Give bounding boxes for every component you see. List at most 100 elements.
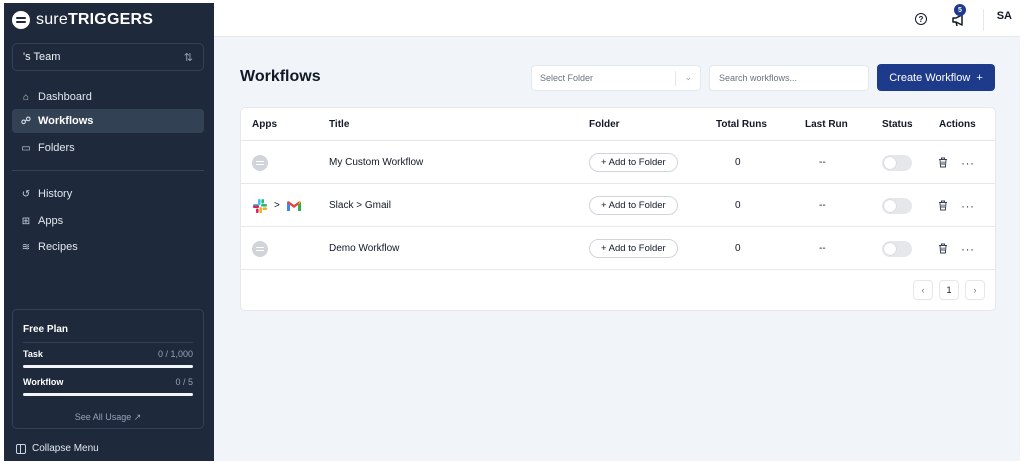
workflow-usage-row: Workflow 0 / 5 <box>23 377 193 387</box>
actions-cell: ··· <box>938 227 975 270</box>
create-workflow-label: Create Workflow <box>889 71 971 84</box>
sidebar-item-label: Dashboard <box>38 91 92 103</box>
sidebar: sureTRIGGERS 's Team ⇅ ⌂ Dashboard ☍ Wor… <box>4 3 214 461</box>
top-bar: ? 5 SA <box>214 3 1020 37</box>
total-runs: 0 <box>735 200 741 211</box>
home-icon: ⌂ <box>22 91 30 103</box>
workflow-title[interactable]: Demo Workflow <box>329 227 399 270</box>
folder-icon: ▭ <box>21 142 31 154</box>
avatar[interactable]: SA <box>997 10 1012 22</box>
last-run: -- <box>819 157 826 168</box>
workflows-table: Apps Title Folder Total Runs Last Run St… <box>240 107 996 311</box>
more-options-icon[interactable]: ··· <box>961 156 975 170</box>
chevron-down-icon: ⌄ <box>684 72 692 82</box>
workflow-title[interactable]: My Custom Workflow <box>329 141 423 184</box>
apps-grid-icon: ⊞ <box>21 215 31 227</box>
help-glyph: ? <box>918 14 924 24</box>
sidebar-item-dashboard[interactable]: ⌂ Dashboard <box>12 85 204 109</box>
history-icon: ↺ <box>21 188 31 200</box>
sidebar-item-label: Folders <box>38 142 75 154</box>
task-progress-bar <box>23 365 193 368</box>
layers-icon: ≋ <box>21 241 31 253</box>
last-run: -- <box>819 200 826 211</box>
more-options-icon[interactable]: ··· <box>961 242 975 256</box>
help-icon[interactable]: ? <box>915 13 927 25</box>
task-usage-row: Task 0 / 1,000 <box>23 349 193 359</box>
next-page-button[interactable]: › <box>965 280 985 300</box>
column-header-title: Title <box>329 119 350 130</box>
sidebar-item-folders[interactable]: ▭ Folders <box>12 136 204 160</box>
app-separator: > <box>274 200 280 211</box>
collapse-menu-button[interactable]: Collapse Menu <box>16 443 99 454</box>
workflow-progress-bar <box>23 393 193 396</box>
plan-divider <box>23 342 193 343</box>
sort-arrows-icon: ⇅ <box>183 51 193 64</box>
table-footer-divider <box>241 269 995 270</box>
sidebar-item-apps[interactable]: ⊞ Apps <box>12 209 204 233</box>
trash-icon[interactable] <box>938 200 948 211</box>
sidebar-item-label: Workflows <box>38 115 94 127</box>
last-run: -- <box>819 243 826 254</box>
suretriggers-logo[interactable]: sureTRIGGERS <box>12 9 153 31</box>
status-cell <box>882 184 912 227</box>
column-header-status: Status <box>882 119 913 130</box>
status-toggle[interactable] <box>882 240 912 257</box>
prev-page-button[interactable]: ‹ <box>913 280 933 300</box>
plan-title: Free Plan <box>23 324 69 335</box>
team-name: 's Team <box>23 51 61 63</box>
see-all-usage-link[interactable]: See All Usage ↗ <box>13 412 203 423</box>
search-input[interactable] <box>709 65 869 91</box>
add-to-folder-button[interactable]: + Add to Folder <box>589 196 678 215</box>
folder-cell: + Add to Folder <box>589 227 678 270</box>
page-title: Workflows <box>240 68 321 85</box>
gmail-icon <box>286 200 301 211</box>
task-progress-fill <box>23 365 193 368</box>
slack-icon <box>253 198 267 213</box>
sidebar-collapse-icon <box>16 443 26 454</box>
create-workflow-button[interactable]: Create Workflow + <box>877 64 995 91</box>
column-header-actions: Actions <box>939 119 976 130</box>
dropdown-divider <box>675 71 676 86</box>
pagination: ‹ 1 › <box>913 280 985 300</box>
select-folder-dropdown[interactable]: Select Folder ⌄ <box>531 65 701 91</box>
add-to-folder-button[interactable]: + Add to Folder <box>589 153 678 172</box>
apps-cell: > <box>252 184 302 227</box>
sidebar-item-history[interactable]: ↺ History <box>12 182 204 206</box>
select-folder-value: Select Folder <box>540 73 594 83</box>
workflow-title[interactable]: Slack > Gmail <box>329 184 391 227</box>
plus-icon: + <box>976 71 983 84</box>
column-header-total-runs: Total Runs <box>716 119 767 130</box>
sidebar-item-label: Recipes <box>38 241 78 253</box>
folder-cell: + Add to Folder <box>589 141 678 184</box>
apps-cell <box>252 227 268 270</box>
workflow-label: Workflow <box>23 377 64 387</box>
task-label: Task <box>23 349 43 359</box>
trash-icon[interactable] <box>938 157 948 168</box>
sidebar-item-workflows[interactable]: ☍ Workflows <box>12 109 204 133</box>
table-row[interactable]: Demo Workflow + Add to Folder 0 -- ··· <box>241 226 995 269</box>
suretriggers-logo-icon <box>12 11 30 29</box>
table-row[interactable]: My Custom Workflow + Add to Folder 0 -- … <box>241 140 995 183</box>
plan-usage-card: Free Plan Task 0 / 1,000 Workflow 0 / 5 … <box>12 309 204 429</box>
table-row[interactable]: > Slack > Gmail + Add to Folder 0 -- ··· <box>241 183 995 226</box>
add-to-folder-button[interactable]: + Add to Folder <box>589 239 678 258</box>
notification-badge: 5 <box>954 4 966 16</box>
suretriggers-app-icon <box>252 154 268 171</box>
status-toggle[interactable] <box>882 154 912 171</box>
sidebar-item-recipes[interactable]: ≋ Recipes <box>12 235 204 259</box>
page-number-button[interactable]: 1 <box>939 280 959 300</box>
more-options-icon[interactable]: ··· <box>961 199 975 213</box>
sidebar-item-label: Apps <box>38 215 64 227</box>
actions-cell: ··· <box>938 141 975 184</box>
status-cell <box>882 141 912 184</box>
team-switcher[interactable]: 's Team ⇅ <box>12 43 204 71</box>
trash-icon[interactable] <box>938 243 948 254</box>
status-toggle[interactable] <box>882 197 912 214</box>
suretriggers-app-icon <box>252 240 268 257</box>
workflow-progress-fill <box>23 393 193 396</box>
logo-text: sureTRIGGERS <box>36 11 154 28</box>
column-header-folder: Folder <box>589 119 620 130</box>
collapse-menu-label: Collapse Menu <box>32 443 99 454</box>
topbar-divider <box>983 9 984 31</box>
main-content: Workflows Select Folder ⌄ Create Workflo… <box>214 37 1020 461</box>
